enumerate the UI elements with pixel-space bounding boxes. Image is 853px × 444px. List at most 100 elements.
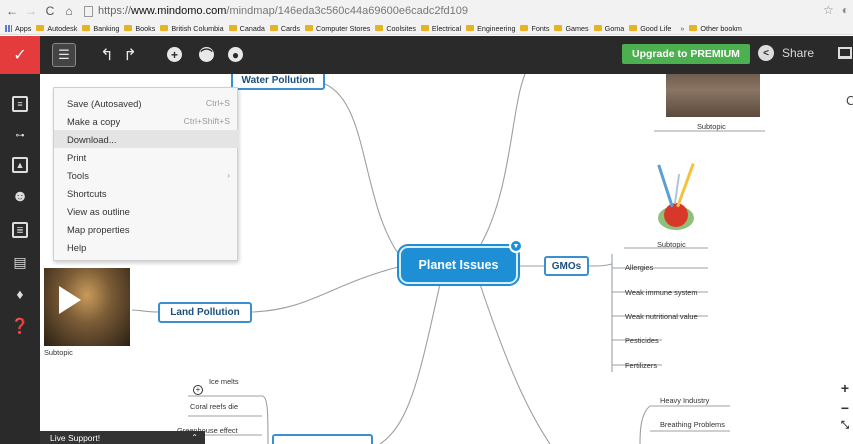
bookmark-item[interactable]: Fonts — [520, 24, 549, 33]
relationship-icon[interactable]: ⌒ — [199, 47, 214, 62]
menu-item-tools[interactable]: Tools › — [54, 166, 239, 184]
presentation-icon[interactable] — [838, 47, 852, 59]
task-icon[interactable]: ≣ — [12, 222, 28, 238]
bookmark-item[interactable]: Cards — [269, 24, 300, 33]
url-field[interactable]: https://www.mindomo.com/mindmap/146eda3c… — [84, 3, 468, 19]
land-pollution-topic[interactable]: Land Pollution — [158, 302, 252, 323]
menu-item-download[interactable]: Download... — [54, 130, 239, 148]
left-sidebar: ≡ ⊶ ▲ ☻ ≣ ▤ ♦ ❓ — [0, 74, 40, 444]
gmo-leaf-pesticides[interactable]: Pesticides — [625, 336, 659, 345]
bookmark-item[interactable]: Electrical — [420, 24, 461, 33]
menu-item-view-outline[interactable]: View as outline — [54, 202, 239, 220]
submenu-arrow-icon: › — [227, 170, 230, 180]
help-icon[interactable]: ❓ — [11, 318, 30, 335]
land-subtopic-label[interactable]: Subtopic — [44, 348, 73, 357]
bookmark-item[interactable]: Goma — [593, 24, 624, 33]
zoom-in-icon[interactable]: + — [841, 380, 849, 396]
home-icon[interactable]: ⌂ — [62, 4, 76, 18]
mindomo-logo[interactable]: ✓ — [0, 36, 40, 74]
live-support-bar[interactable]: Live Support! ⌃ — [40, 431, 205, 444]
theme-palette-icon[interactable]: ● — [228, 47, 243, 62]
central-topic-planet-issues[interactable]: Planet Issues — [399, 246, 518, 284]
menu-item-map-properties[interactable]: Map properties — [54, 220, 239, 238]
image-icon[interactable]: ▲ — [12, 157, 28, 173]
forward-icon[interactable]: → — [24, 4, 38, 18]
gmos-topic[interactable]: GMOs — [544, 256, 589, 276]
folder-icon — [554, 25, 563, 31]
star-icon[interactable]: ☆ — [823, 3, 834, 17]
bookmark-apps[interactable]: Apps — [5, 24, 31, 33]
folder-icon — [82, 25, 91, 31]
land-pollution-video[interactable] — [44, 268, 130, 346]
emoji-icon[interactable]: ☻ — [12, 188, 29, 205]
gmo-leaf-weak-nutrition[interactable]: Weak nutritional value — [625, 312, 698, 321]
gmo-leaf-allergies[interactable]: Allergies — [625, 263, 653, 272]
back-icon[interactable]: ← — [5, 4, 19, 18]
bookmark-item[interactable]: Good Life — [629, 24, 671, 33]
zoom-out-icon[interactable]: − — [841, 400, 849, 416]
redo-icon[interactable]: ↱ — [120, 45, 140, 65]
bookmark-item[interactable]: Computer Stores — [305, 24, 370, 33]
gw-leaf-coral-reefs[interactable]: Coral reefs die — [190, 402, 238, 411]
share-icon: < — [758, 45, 774, 61]
industry-leaf-breathing[interactable]: Breathing Problems — [660, 420, 725, 429]
expand-icon[interactable]: + — [193, 385, 203, 395]
zoom-controls: + − ⤡ — [837, 380, 853, 444]
upgrade-premium-button[interactable]: Upgrade to PREMIUM — [622, 44, 750, 64]
hamburger-menu-icon[interactable]: ☰ — [52, 43, 76, 67]
link-icon[interactable]: ⊶ — [12, 127, 28, 143]
global-warming-topic[interactable] — [272, 434, 373, 444]
gmo-leaf-weak-immune[interactable]: Weak immune system — [625, 288, 698, 297]
folder-icon — [420, 25, 429, 31]
menu-item-make-copy[interactable]: Make a copy Ctrl+Shift+S — [54, 112, 239, 130]
bookmark-item[interactable]: Canada — [228, 24, 265, 33]
reload-icon[interactable]: C — [43, 4, 57, 18]
other-bookmarks[interactable]: Other bookm — [689, 24, 742, 33]
right-edge-letter: C — [846, 93, 853, 108]
water-pollution-topic[interactable]: Water Pollution — [231, 74, 325, 90]
gw-leaf-ice-melts[interactable]: Ice melts — [209, 377, 239, 386]
more-bookmarks-button[interactable]: » — [680, 24, 684, 33]
collapse-badge-icon[interactable]: ▼ — [509, 239, 523, 253]
bookmark-item[interactable]: Games — [554, 24, 589, 33]
menu-item-save[interactable]: Save (Autosaved) Ctrl+S — [54, 94, 239, 112]
comment-icon[interactable]: ▤ — [12, 254, 28, 270]
fit-screen-icon[interactable]: ⤡ — [841, 420, 849, 431]
bookmark-item[interactable]: Coolsites — [375, 24, 416, 33]
gmo-subtopic-label[interactable]: Subtopic — [657, 240, 686, 249]
bookmark-item[interactable]: British Columbia — [160, 24, 224, 33]
apps-icon — [5, 24, 12, 32]
folder-icon — [160, 25, 169, 31]
extension-icon[interactable]: ◐ — [842, 3, 849, 17]
folder-icon — [375, 25, 384, 31]
share-label: Share — [782, 46, 815, 60]
bookmark-item[interactable]: Books — [124, 24, 155, 33]
share-button[interactable]: < Share — [758, 45, 814, 61]
bookmark-item[interactable]: Engineering — [466, 24, 515, 33]
gmo-leaf-fertilizers[interactable]: Fertilizers — [625, 361, 657, 370]
chevron-up-icon[interactable]: ⌃ — [191, 433, 198, 442]
bookmark-item[interactable]: Banking — [82, 24, 119, 33]
browser-address-bar: ← → C ⌂ https://www.mindomo.com/mindmap/… — [0, 0, 853, 22]
folder-icon — [269, 25, 278, 31]
menu-item-shortcuts[interactable]: Shortcuts — [54, 184, 239, 202]
folder-icon — [228, 25, 237, 31]
folder-icon — [689, 25, 698, 31]
menu-item-help[interactable]: Help — [54, 238, 239, 256]
undo-icon[interactable]: ↰ — [97, 45, 117, 65]
url-scheme: https:// — [98, 5, 132, 17]
bookmark-item[interactable]: Autodesk — [36, 24, 77, 33]
idea-bulb-icon[interactable]: ♦ — [12, 286, 28, 302]
dead-trees-image[interactable] — [666, 74, 760, 117]
folder-icon — [466, 25, 475, 31]
bookmarks-bar: Apps Autodesk Banking Books British Colu… — [0, 22, 853, 35]
gmo-tomato-image[interactable] — [626, 160, 720, 236]
notes-icon[interactable]: ≡ — [12, 96, 28, 112]
industry-leaf-heavy[interactable]: Heavy Industry — [660, 396, 709, 405]
add-topic-icon[interactable]: + — [167, 47, 182, 62]
play-icon[interactable] — [59, 286, 81, 314]
file-menu-dropdown: Save (Autosaved) Ctrl+S Make a copy Ctrl+S… — [53, 87, 239, 261]
menu-item-print[interactable]: Print — [54, 148, 239, 166]
top-right-subtopic-label[interactable]: Subtopic — [697, 122, 726, 131]
folder-icon — [520, 25, 529, 31]
